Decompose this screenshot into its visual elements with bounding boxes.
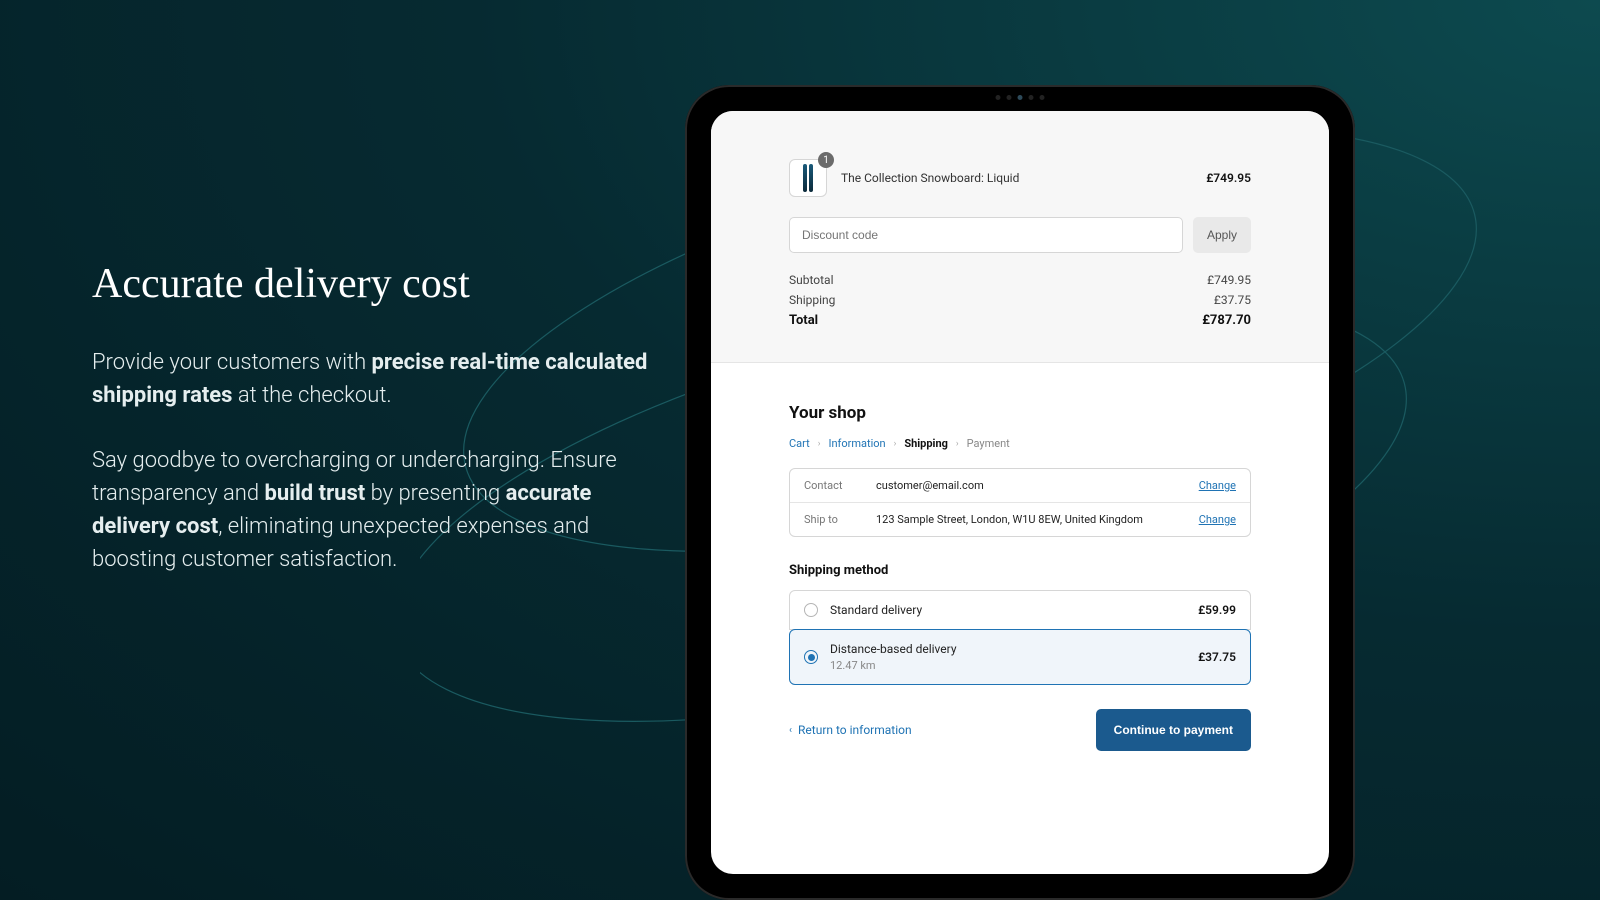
continue-button[interactable]: Continue to payment bbox=[1096, 709, 1251, 751]
shipping-method-label: Shipping method bbox=[789, 563, 1251, 578]
return-label: Return to information bbox=[798, 723, 912, 737]
marketing-copy: Accurate delivery cost Provide your cust… bbox=[92, 260, 652, 608]
discount-row: Apply bbox=[789, 217, 1251, 253]
discount-input[interactable] bbox=[789, 217, 1183, 253]
return-link[interactable]: ‹ Return to information bbox=[789, 723, 912, 737]
change-contact-link[interactable]: Change bbox=[1199, 479, 1236, 492]
breadcrumb-information[interactable]: Information bbox=[828, 437, 885, 450]
chevron-right-icon: › bbox=[818, 439, 821, 449]
breadcrumb-shipping: Shipping bbox=[904, 437, 948, 450]
option-name: Distance-based delivery bbox=[830, 642, 1186, 656]
apply-button[interactable]: Apply bbox=[1193, 217, 1251, 253]
tablet-camera-dots bbox=[996, 95, 1045, 100]
order-summary-panel: 1 The Collection Snowboard: Liquid £749.… bbox=[711, 111, 1329, 363]
product-thumbnail: 1 bbox=[789, 159, 827, 197]
shipping-options: Standard delivery £59.99 Distance-based … bbox=[789, 590, 1251, 685]
chevron-right-icon: › bbox=[894, 439, 897, 449]
info-box: Contact customer@email.com Change Ship t… bbox=[789, 468, 1251, 537]
chevron-left-icon: ‹ bbox=[789, 725, 792, 736]
contact-value: customer@email.com bbox=[876, 479, 1183, 492]
qty-badge: 1 bbox=[818, 152, 834, 168]
marketing-para-2: Say goodbye to overcharging or underchar… bbox=[92, 444, 652, 576]
marketing-para-1: Provide your customers with precise real… bbox=[92, 346, 652, 412]
shop-title: Your shop bbox=[789, 403, 1251, 423]
totals: Subtotal £749.95 Shipping £37.75 Total £… bbox=[789, 273, 1251, 328]
shipping-option-standard[interactable]: Standard delivery £59.99 bbox=[789, 590, 1251, 630]
shipto-row: Ship to 123 Sample Street, London, W1U 8… bbox=[790, 503, 1250, 536]
subtotal-label: Subtotal bbox=[789, 273, 834, 287]
shipto-label: Ship to bbox=[804, 513, 860, 526]
chevron-right-icon: › bbox=[956, 439, 959, 449]
option-price: £37.75 bbox=[1198, 650, 1236, 664]
tablet-screen: 1 The Collection Snowboard: Liquid £749.… bbox=[711, 111, 1329, 874]
shipping-value: £37.75 bbox=[1214, 293, 1251, 307]
tablet-frame: 1 The Collection Snowboard: Liquid £749.… bbox=[685, 85, 1355, 900]
shipping-option-distance[interactable]: Distance-based delivery 12.47 km £37.75 bbox=[789, 629, 1251, 685]
nav-row: ‹ Return to information Continue to paym… bbox=[789, 709, 1251, 751]
line-item: 1 The Collection Snowboard: Liquid £749.… bbox=[789, 159, 1251, 197]
option-name: Standard delivery bbox=[830, 603, 1186, 617]
radio-icon bbox=[804, 650, 818, 664]
option-distance: 12.47 km bbox=[830, 659, 1186, 672]
line-item-name: The Collection Snowboard: Liquid bbox=[841, 171, 1192, 185]
subtotal-value: £749.95 bbox=[1207, 273, 1251, 287]
change-shipto-link[interactable]: Change bbox=[1199, 513, 1236, 526]
checkout-panel: Your shop Cart › Information › Shipping … bbox=[711, 363, 1329, 791]
option-price: £59.99 bbox=[1198, 603, 1236, 617]
contact-label: Contact bbox=[804, 479, 860, 492]
breadcrumb: Cart › Information › Shipping › Payment bbox=[789, 437, 1251, 450]
shipto-value: 123 Sample Street, London, W1U 8EW, Unit… bbox=[876, 513, 1183, 526]
breadcrumb-payment: Payment bbox=[967, 437, 1010, 450]
total-label: Total bbox=[789, 313, 818, 328]
line-item-price: £749.95 bbox=[1206, 171, 1251, 185]
breadcrumb-cart[interactable]: Cart bbox=[789, 437, 810, 450]
contact-row: Contact customer@email.com Change bbox=[790, 469, 1250, 503]
total-value: £787.70 bbox=[1202, 313, 1251, 328]
radio-icon bbox=[804, 603, 818, 617]
headline: Accurate delivery cost bbox=[92, 260, 652, 308]
shipping-label: Shipping bbox=[789, 293, 835, 307]
